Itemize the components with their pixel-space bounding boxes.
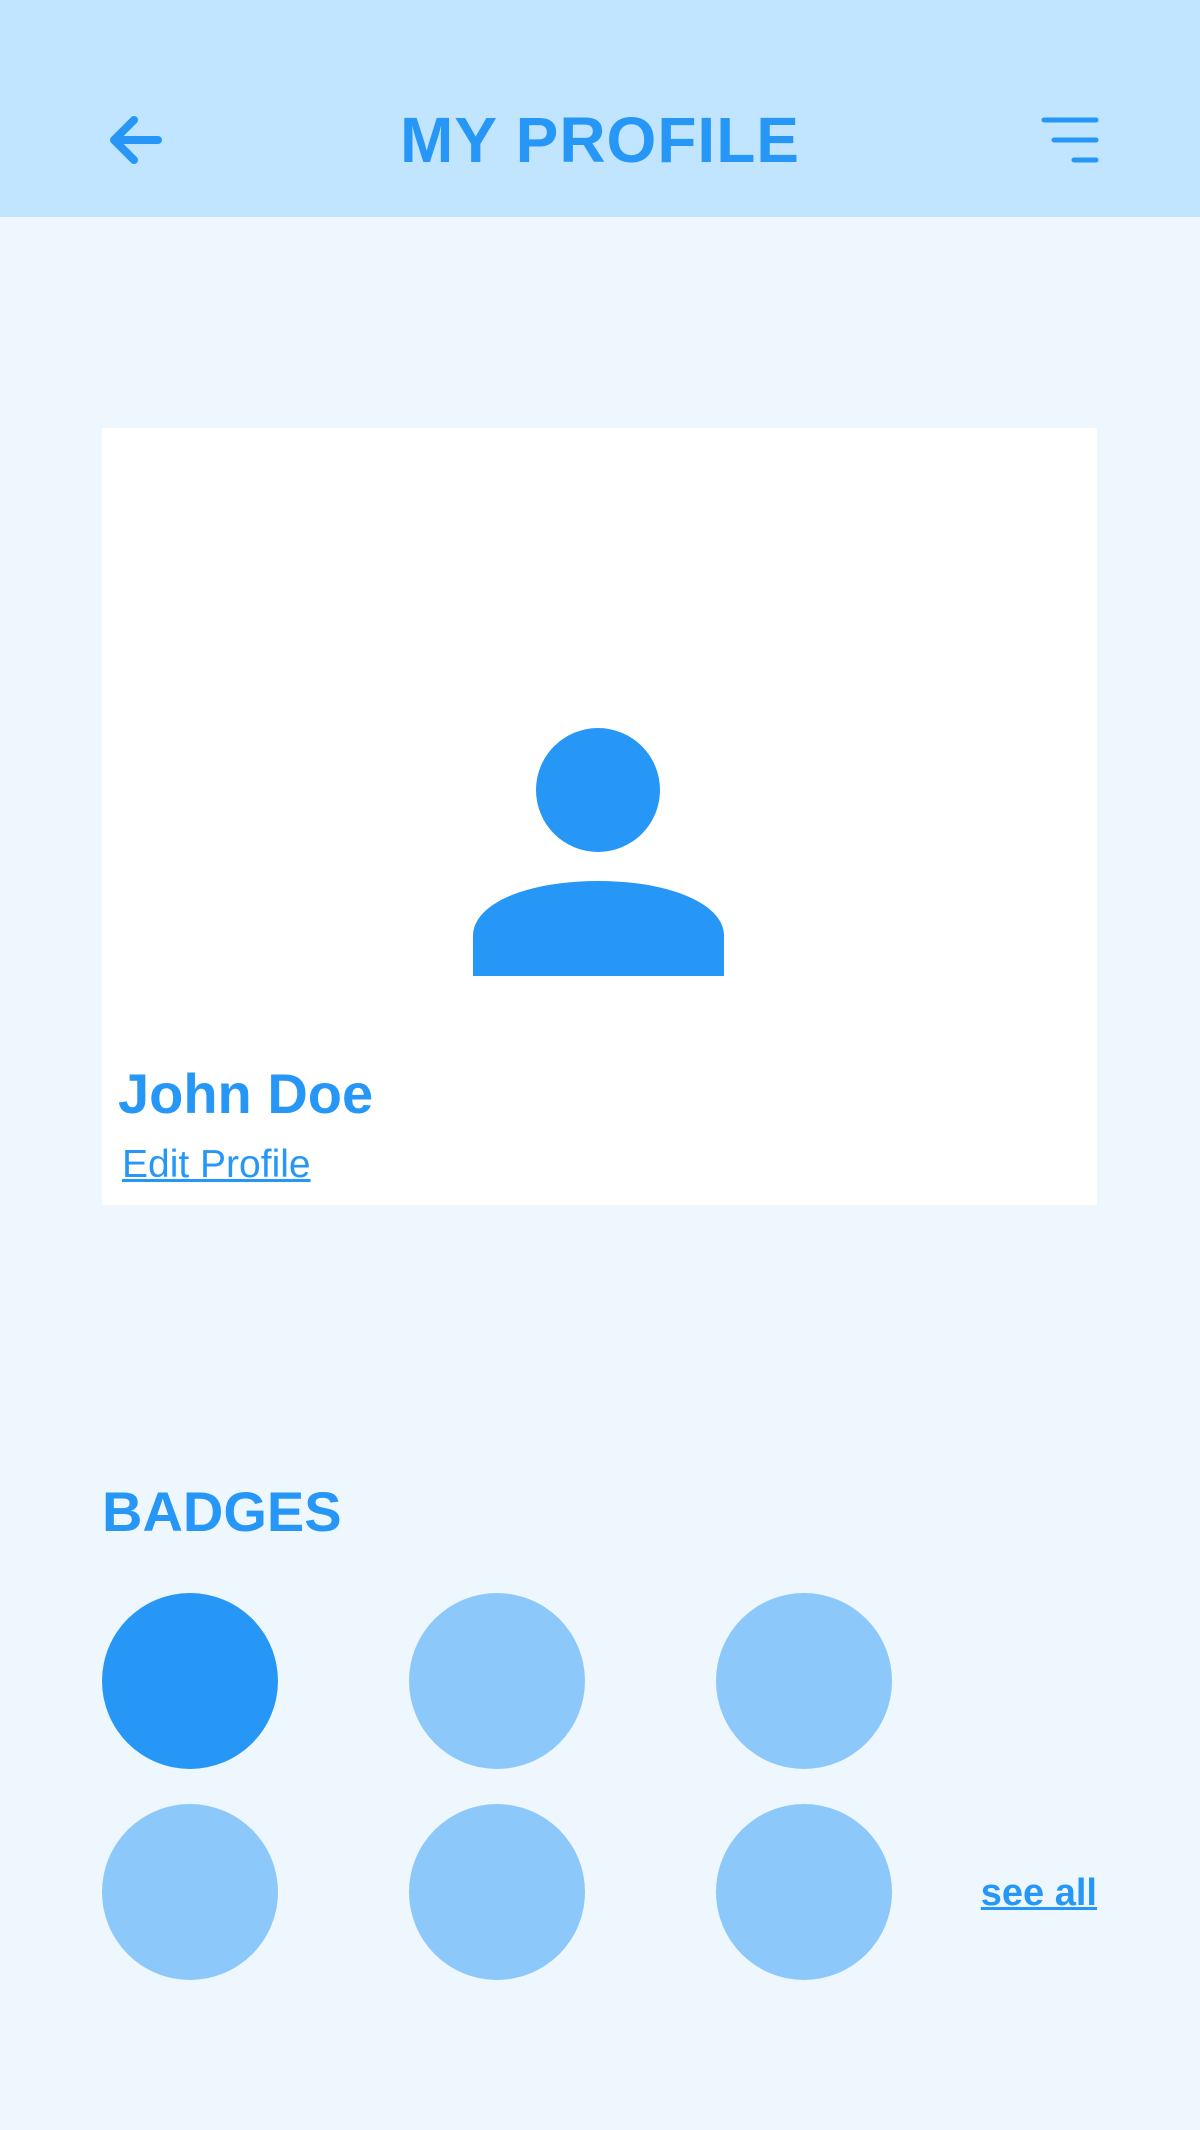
badge-3[interactable] <box>716 1593 892 1769</box>
edit-profile-link[interactable]: Edit Profile <box>122 1142 311 1188</box>
menu-button[interactable] <box>1040 114 1100 166</box>
badge-2[interactable] <box>409 1593 585 1769</box>
badge-5[interactable] <box>409 1804 585 1980</box>
menu-icon <box>1041 117 1099 163</box>
profile-card: John Doe Edit Profile <box>102 428 1097 1205</box>
badge-6[interactable] <box>716 1804 892 1980</box>
user-icon <box>473 728 724 976</box>
avatar <box>473 728 724 976</box>
badge-4[interactable] <box>102 1804 278 1980</box>
user-name: John Doe <box>118 1062 374 1125</box>
page-title: MY PROFILE <box>400 104 800 176</box>
badges-heading: BADGES <box>102 1480 342 1543</box>
see-all-link[interactable]: see all <box>981 1871 1097 1915</box>
badge-1[interactable] <box>102 1593 278 1769</box>
app-header: MY PROFILE <box>0 0 1200 217</box>
